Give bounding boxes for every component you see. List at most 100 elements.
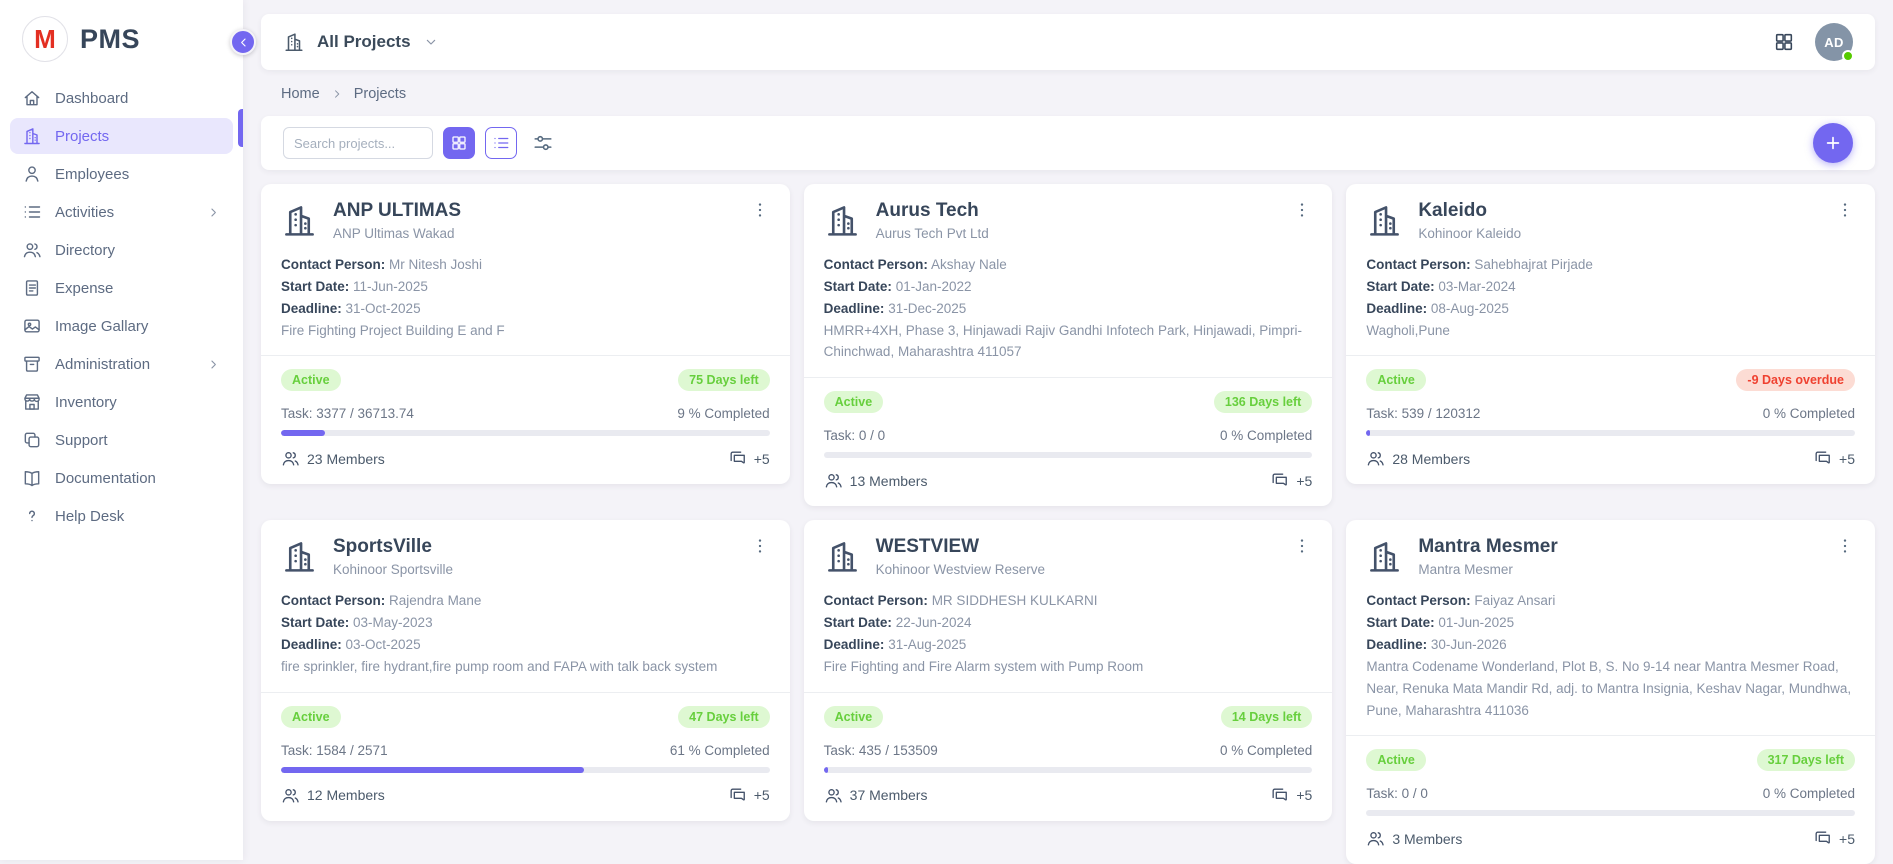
comments-group[interactable]: +5	[1270, 786, 1312, 805]
page-header: All Projects AD	[261, 14, 1875, 70]
chevron-right-icon	[206, 357, 221, 372]
sidebar-item-directory[interactable]: Directory	[10, 232, 233, 268]
sidebar-item-image-gallary[interactable]: Image Gallary	[10, 308, 233, 344]
members-group[interactable]: 12 Members	[281, 786, 385, 805]
book-icon	[22, 468, 42, 488]
avatar[interactable]: AD	[1815, 23, 1853, 61]
comments-group[interactable]: +5	[1813, 449, 1855, 468]
kebab-menu-icon[interactable]	[1835, 200, 1855, 220]
completed-percent: 61 % Completed	[670, 743, 770, 758]
sliders-icon	[532, 132, 554, 154]
comments-group[interactable]: +5	[1813, 829, 1855, 848]
task-count: Task: 539 / 120312	[1366, 406, 1480, 421]
sidebar-item-activities[interactable]: Activities	[10, 194, 233, 230]
kebab-menu-icon[interactable]	[750, 200, 770, 220]
comments-group[interactable]: +5	[728, 449, 770, 468]
comments-group[interactable]: +5	[728, 786, 770, 805]
badge-row: Active 136 Days left	[824, 391, 1313, 413]
chevron-down-icon[interactable]	[423, 34, 439, 50]
sidebar-item-projects[interactable]: Projects	[10, 118, 233, 154]
filter-button[interactable]	[527, 127, 559, 159]
building-icon	[1366, 538, 1403, 575]
deadline-row: Deadline: 31-Oct-2025	[281, 298, 770, 320]
store-icon	[22, 392, 42, 412]
project-card[interactable]: WESTVIEW Kohinoor Westview Reserve Conta…	[804, 520, 1333, 820]
members-group[interactable]: 37 Members	[824, 786, 928, 805]
card-footer: 12 Members +5	[281, 786, 770, 805]
sidebar-item-documentation[interactable]: Documentation	[10, 460, 233, 496]
kebab-menu-icon[interactable]	[1292, 536, 1312, 556]
project-card[interactable]: ANP ULTIMAS ANP Ultimas Wakad Contact Pe…	[261, 184, 790, 484]
breadcrumb-home[interactable]: Home	[281, 86, 320, 102]
search-input[interactable]	[283, 127, 433, 159]
contact-person: Akshay Nale	[931, 257, 1007, 272]
deadline-row: Deadline: 03-Oct-2025	[281, 634, 770, 656]
archive-icon	[22, 354, 42, 374]
building-icon	[22, 126, 42, 146]
image-icon	[22, 316, 42, 336]
sidebar-item-administration[interactable]: Administration	[10, 346, 233, 382]
breadcrumb-current: Projects	[354, 86, 406, 102]
project-description: HMRR+4XH, Phase 3, Hinjawadi Rajiv Gandh…	[824, 320, 1313, 364]
members-group[interactable]: 13 Members	[824, 471, 928, 490]
kebab-menu-icon[interactable]	[1835, 536, 1855, 556]
project-card[interactable]: Aurus Tech Aurus Tech Pvt Ltd Contact Pe…	[804, 184, 1333, 506]
sidebar-item-help-desk[interactable]: Help Desk	[10, 498, 233, 534]
building-icon	[281, 202, 318, 239]
grid-view-icon	[450, 134, 468, 152]
progress-bar	[281, 430, 770, 436]
sidebar-item-support[interactable]: Support	[10, 422, 233, 458]
status-badge: Active	[1366, 749, 1426, 771]
members-group[interactable]: 28 Members	[1366, 449, 1470, 468]
kebab-menu-icon[interactable]	[1292, 200, 1312, 220]
contact-row: Contact Person: Akshay Nale	[824, 254, 1313, 276]
project-card[interactable]: SportsVille Kohinoor Sportsville Contact…	[261, 520, 790, 820]
list-view-button[interactable]	[485, 127, 517, 159]
chat-count: +5	[754, 787, 770, 803]
task-count: Task: 3377 / 36713.74	[281, 406, 414, 421]
project-title: Mantra Mesmer	[1418, 536, 1557, 558]
deadline-row: Deadline: 08-Aug-2025	[1366, 298, 1855, 320]
sidebar-item-employees[interactable]: Employees	[10, 156, 233, 192]
chevron-right-icon	[330, 87, 344, 101]
divider	[1346, 735, 1875, 736]
contact-person: Sahebhajrat Pirjade	[1474, 257, 1593, 272]
chat-icon	[1270, 786, 1289, 805]
sidebar-item-inventory[interactable]: Inventory	[10, 384, 233, 420]
project-card[interactable]: Mantra Mesmer Mantra Mesmer Contact Pers…	[1346, 520, 1875, 864]
completed-percent: 9 % Completed	[677, 406, 769, 421]
status-badge: Active	[1366, 369, 1426, 391]
progress-fill	[1366, 430, 1370, 436]
chat-count: +5	[1839, 831, 1855, 847]
project-subtitle: ANP Ultimas Wakad	[333, 226, 461, 241]
badge-row: Active 14 Days left	[824, 706, 1313, 728]
start-date: 11-Jun-2025	[353, 279, 428, 294]
project-info: Contact Person: Rajendra Mane Start Date…	[281, 590, 770, 677]
kebab-menu-icon[interactable]	[750, 536, 770, 556]
start-date-row: Start Date: 01-Jun-2025	[1366, 612, 1855, 634]
deadline: 30-Jun-2026	[1431, 637, 1507, 652]
divider	[804, 692, 1333, 693]
task-row: Task: 435 / 153509 0 % Completed	[824, 743, 1313, 758]
members-group[interactable]: 23 Members	[281, 449, 385, 468]
add-project-button[interactable]	[1813, 123, 1853, 163]
app-title: PMS	[80, 24, 140, 55]
project-card[interactable]: Kaleido Kohinoor Kaleido Contact Person:…	[1346, 184, 1875, 484]
members-count: 13 Members	[850, 473, 928, 489]
card-header: Mantra Mesmer Mantra Mesmer	[1366, 536, 1855, 577]
members-count: 3 Members	[1392, 831, 1462, 847]
comments-group[interactable]: +5	[1270, 471, 1312, 490]
projects-grid: ANP ULTIMAS ANP Ultimas Wakad Contact Pe…	[261, 184, 1875, 864]
grid-view-button[interactable]	[443, 127, 475, 159]
project-info: Contact Person: Mr Nitesh Joshi Start Da…	[281, 254, 770, 341]
header-title-group[interactable]: All Projects	[283, 31, 439, 53]
projects-toolbar	[261, 116, 1875, 170]
sidebar-item-dashboard[interactable]: Dashboard	[10, 80, 233, 116]
sidebar-collapse-button[interactable]	[230, 29, 256, 55]
sidebar-item-expense[interactable]: Expense	[10, 270, 233, 306]
start-date: 01-Jun-2025	[1438, 615, 1514, 630]
members-group[interactable]: 3 Members	[1366, 829, 1462, 848]
contact-person: Rajendra Mane	[389, 593, 481, 608]
apps-grid-icon[interactable]	[1773, 31, 1795, 53]
header-actions: AD	[1773, 23, 1853, 61]
